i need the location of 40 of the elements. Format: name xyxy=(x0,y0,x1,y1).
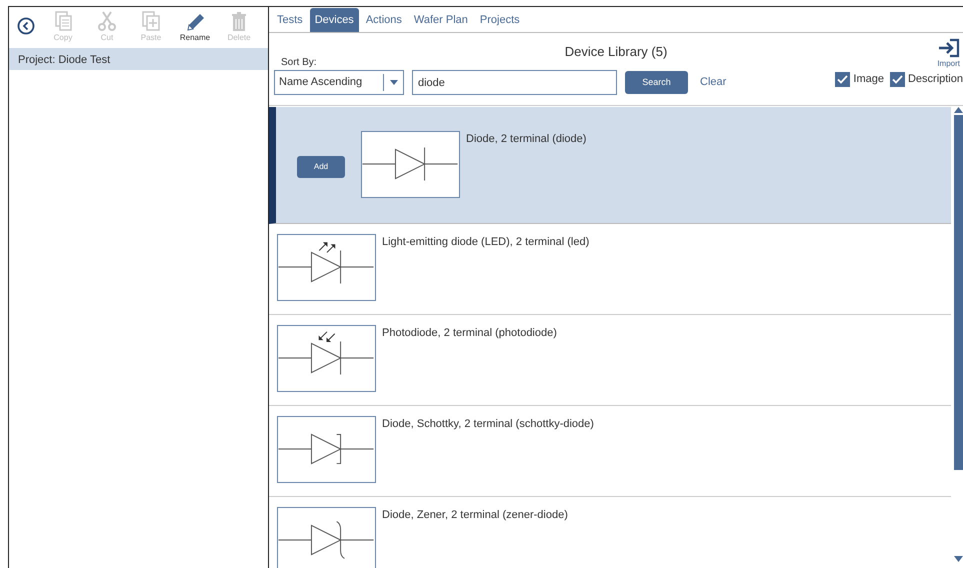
checkbox-label: Image xyxy=(853,72,884,87)
back-icon xyxy=(17,17,35,35)
clear-link[interactable]: Clear xyxy=(700,74,726,91)
rename-button[interactable]: Rename xyxy=(173,11,217,44)
device-label: Photodiode, 2 terminal (photodiode) xyxy=(381,326,557,341)
device-row[interactable]: Diode, Schottky, 2 terminal (schottky-diode) xyxy=(269,406,951,497)
tab[interactable]: Devices xyxy=(310,8,359,32)
trash-icon xyxy=(229,11,249,32)
device-label: Diode, Schottky, 2 terminal (schottky-diode) xyxy=(381,417,594,432)
tab[interactable]: Tests xyxy=(272,8,308,32)
project-item[interactable]: Project: Diode Test xyxy=(9,48,268,70)
search-button[interactable]: Search xyxy=(625,71,688,94)
scroll-down-icon[interactable] xyxy=(954,556,962,562)
import-icon xyxy=(938,38,960,58)
paste-icon xyxy=(141,11,161,32)
search-field[interactable]: diode xyxy=(412,70,617,95)
device-label: Diode, Zener, 2 terminal (zener-diode) xyxy=(381,508,568,523)
pencil-icon xyxy=(185,11,205,32)
caret-icon xyxy=(390,80,398,85)
tab[interactable]: Projects xyxy=(474,8,525,32)
scroll-up-icon[interactable] xyxy=(954,107,962,113)
checkbox[interactable] xyxy=(890,72,905,87)
scrollbar-thumb[interactable] xyxy=(954,115,962,470)
device-label: Light-emitting diode (LED), 2 terminal (led) xyxy=(381,235,590,250)
device-row[interactable]: Light-emitting diode (LED), 2 terminal (led) xyxy=(269,224,951,315)
copy-icon xyxy=(53,11,73,32)
checkbox-label: Description xyxy=(908,72,963,87)
sort-dropdown[interactable]: Name Ascending xyxy=(274,70,404,95)
device-row[interactable]: Add Diode, 2 terminal (diode) xyxy=(269,107,951,224)
tab[interactable]: Wafer Plan xyxy=(408,8,473,32)
checkbox[interactable] xyxy=(835,72,850,87)
tab[interactable]: Actions xyxy=(360,8,407,32)
add-button[interactable]: Add xyxy=(297,156,345,178)
device-row[interactable]: Diode, Zener, 2 terminal (zener-diode) xyxy=(269,497,951,568)
scissors-icon xyxy=(97,11,117,32)
library-title: Device Library (5) xyxy=(564,43,668,61)
device-label: Diode, 2 terminal (diode) xyxy=(465,132,586,147)
sort-label: Sort By: xyxy=(281,56,317,70)
device-row[interactable]: Photodiode, 2 terminal (photodiode) xyxy=(269,315,951,406)
import-button[interactable]: Import xyxy=(937,38,960,70)
